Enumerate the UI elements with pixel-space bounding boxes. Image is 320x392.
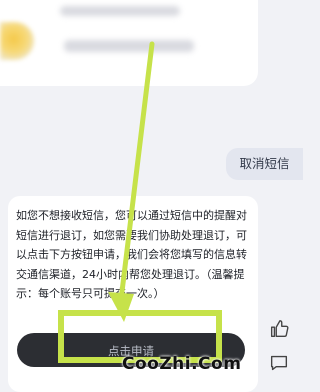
- thumbs-up-icon[interactable]: [268, 318, 290, 340]
- reply-text: 如您不想接收短信，您可以通过短信中的提醒对短信进行退订，如您需要我们协助处理退订…: [16, 209, 247, 300]
- blurred-text: [64, 40, 194, 52]
- comment-icon[interactable]: [268, 352, 290, 374]
- user-message-bubble: 取消短信: [226, 148, 303, 180]
- blurred-text: [60, 6, 180, 16]
- previous-message-card: [0, 0, 258, 86]
- watermark: CooZhi.Com: [122, 354, 242, 374]
